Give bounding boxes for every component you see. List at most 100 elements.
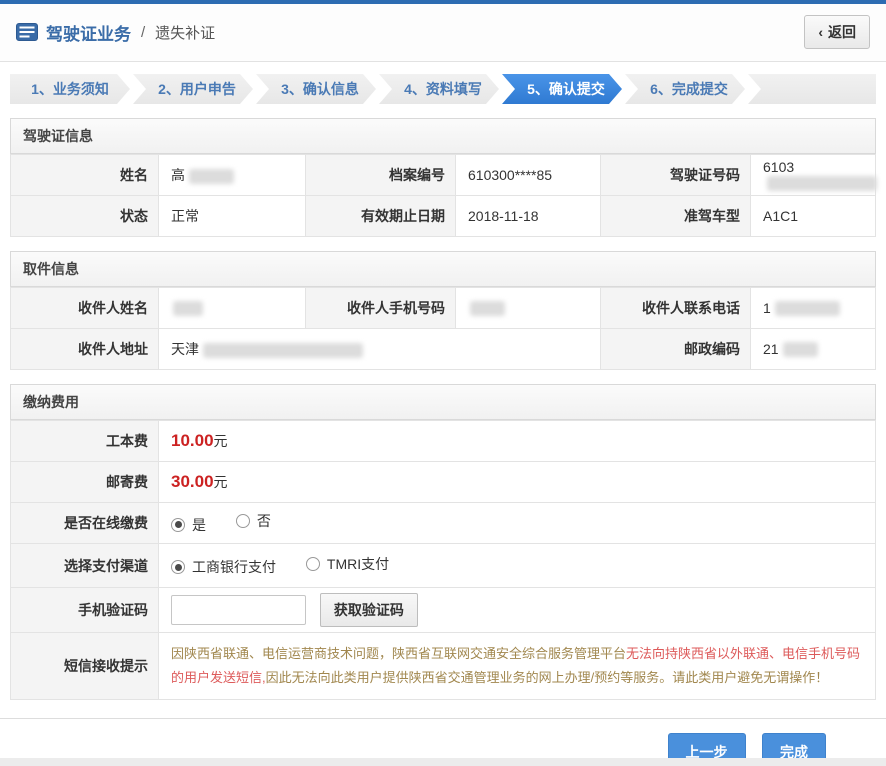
fee-unit: 元 <box>214 433 228 449</box>
section-title: 缴纳费用 <box>10 384 876 420</box>
expiry-date-label: 有效期止日期 <box>306 196 456 237</box>
cost-fee-amount: 10.00 <box>171 431 214 450</box>
step-label: 1、业务须知 <box>31 79 109 99</box>
zip-code-label: 邮政编码 <box>601 329 751 370</box>
postage-fee-label: 邮寄费 <box>11 462 159 503</box>
step-2-user-declaration: 2、用户申告 <box>133 74 253 104</box>
step-label: 4、资料填写 <box>404 79 482 99</box>
license-number-value: 6103 <box>751 155 876 196</box>
recipient-address-label: 收件人地址 <box>11 329 159 370</box>
radio-selected-icon <box>171 518 185 532</box>
recipient-phone-value: 1 <box>751 288 876 329</box>
radio-unselected-icon <box>236 514 250 528</box>
section-title: 驾驶证信息 <box>10 118 876 154</box>
step-label: 6、完成提交 <box>650 79 728 99</box>
radio-channel-icbc[interactable]: 工商银行支付 <box>171 557 276 577</box>
sms-code-input[interactable] <box>171 595 306 625</box>
online-pay-label: 是否在线缴费 <box>11 503 159 544</box>
license-number-label: 驾驶证号码 <box>601 155 751 196</box>
back-button-label: 返回 <box>828 22 856 42</box>
recipient-mobile-value <box>456 288 601 329</box>
page: 驾驶证业务 / 遗失补证 ‹ 返回 1、业务须知 2、用户申告 3、确认信息 4… <box>0 0 886 758</box>
section-license-info: 驾驶证信息 姓名 高 档案编号 610300****85 驾驶证号码 6103 … <box>10 118 876 237</box>
recipient-address-value: 天津 <box>159 329 601 370</box>
radio-channel-tmri[interactable]: TMRI支付 <box>306 554 389 574</box>
radio-label: 工商银行支付 <box>192 557 276 577</box>
table-row: 收件人姓名 收件人手机号码 收件人联系电话 1 <box>11 288 876 329</box>
recipient-name-value <box>159 288 306 329</box>
table-row: 是否在线缴费 是 否 <box>11 503 876 544</box>
pickup-info-table: 收件人姓名 收件人手机号码 收件人联系电话 1 收件人地址 天津 邮政编码 21 <box>10 287 876 370</box>
finish-button[interactable]: 完成 <box>762 733 826 758</box>
payment-channel-label: 选择支付渠道 <box>11 544 159 588</box>
sms-code-field-cell: 获取验证码 <box>159 588 876 633</box>
sms-notice-label: 短信接收提示 <box>11 633 159 700</box>
vehicle-class-value: A1C1 <box>751 196 876 237</box>
table-row: 工本费 10.00元 <box>11 421 876 462</box>
step-label: 3、确认信息 <box>281 79 359 99</box>
table-row: 邮寄费 30.00元 <box>11 462 876 503</box>
sms-code-label: 手机验证码 <box>11 588 159 633</box>
chevron-left-icon: ‹ <box>818 24 823 40</box>
section-title: 取件信息 <box>10 251 876 287</box>
license-info-table: 姓名 高 档案编号 610300****85 驾驶证号码 6103 状态 正常 … <box>10 154 876 237</box>
form-footer: 上一步 完成 <box>0 718 886 758</box>
radio-selected-icon <box>171 560 185 574</box>
redacted-value <box>470 301 505 316</box>
postage-fee-amount: 30.00 <box>171 472 214 491</box>
redacted-value <box>783 342 818 357</box>
name-value: 高 <box>159 155 306 196</box>
redacted-value <box>767 176 877 191</box>
name-label: 姓名 <box>11 155 159 196</box>
form-list-icon <box>16 23 38 41</box>
table-row: 选择支付渠道 工商银行支付 TMRI支付 <box>11 544 876 588</box>
breadcrumb: 驾驶证业务 / 遗失补证 <box>16 20 215 45</box>
recipient-mobile-label: 收件人手机号码 <box>306 288 456 329</box>
step-1-business-notice: 1、业务须知 <box>10 74 130 104</box>
radio-label: 否 <box>257 511 271 531</box>
redacted-value <box>775 301 840 316</box>
get-sms-code-button[interactable]: 获取验证码 <box>320 593 418 627</box>
radio-unselected-icon <box>306 557 320 571</box>
radio-online-pay-yes[interactable]: 是 <box>171 515 206 535</box>
breadcrumb-divider: / <box>141 24 145 41</box>
status-value: 正常 <box>159 196 306 237</box>
section-pickup-info: 取件信息 收件人姓名 收件人手机号码 收件人联系电话 1 收件人地址 天津 邮政… <box>10 251 876 370</box>
redacted-value <box>203 343 363 358</box>
status-label: 状态 <box>11 196 159 237</box>
table-row: 姓名 高 档案编号 610300****85 驾驶证号码 6103 <box>11 155 876 196</box>
postage-fee-value: 30.00元 <box>159 462 876 503</box>
step-wizard: 1、业务须知 2、用户申告 3、确认信息 4、资料填写 5、确认提交 6、完成提… <box>10 74 876 104</box>
recipient-name-label: 收件人姓名 <box>11 288 159 329</box>
step-6-complete-submit: 6、完成提交 <box>625 74 745 104</box>
step-5-confirm-submit-active: 5、确认提交 <box>502 74 622 104</box>
page-title: 驾驶证业务 <box>46 20 131 45</box>
online-pay-options: 是 否 <box>159 503 876 544</box>
step-wizard-filler <box>748 74 876 104</box>
back-button[interactable]: ‹ 返回 <box>804 15 870 49</box>
sms-notice-text: 因陕西省联通、电信运营商技术问题，陕西省互联网交通安全综合服务管理平台无法向持陕… <box>171 642 861 690</box>
table-row: 收件人地址 天津 邮政编码 21 <box>11 329 876 370</box>
file-number-label: 档案编号 <box>306 155 456 196</box>
step-label: 5、确认提交 <box>527 79 605 99</box>
table-row: 状态 正常 有效期止日期 2018-11-18 准驾车型 A1C1 <box>11 196 876 237</box>
expiry-date-value: 2018-11-18 <box>456 196 601 237</box>
table-row: 短信接收提示 因陕西省联通、电信运营商技术问题，陕西省互联网交通安全综合服务管理… <box>11 633 876 700</box>
radio-online-pay-no[interactable]: 否 <box>236 511 271 531</box>
recipient-phone-label: 收件人联系电话 <box>601 288 751 329</box>
cost-fee-value: 10.00元 <box>159 421 876 462</box>
step-label: 2、用户申告 <box>158 79 236 99</box>
payment-channel-options: 工商银行支付 TMRI支付 <box>159 544 876 588</box>
payment-fees-table: 工本费 10.00元 邮寄费 30.00元 是否在线缴费 是 <box>10 420 876 700</box>
redacted-value <box>173 301 203 316</box>
fee-unit: 元 <box>214 474 228 490</box>
page-subtitle: 遗失补证 <box>155 22 215 43</box>
redacted-value <box>189 169 234 184</box>
zip-code-value: 21 <box>751 329 876 370</box>
vehicle-class-label: 准驾车型 <box>601 196 751 237</box>
table-row: 手机验证码 获取验证码 <box>11 588 876 633</box>
step-4-fill-data: 4、资料填写 <box>379 74 499 104</box>
previous-step-button[interactable]: 上一步 <box>668 733 746 758</box>
sms-notice-cell: 因陕西省联通、电信运营商技术问题，陕西省互联网交通安全综合服务管理平台无法向持陕… <box>159 633 876 700</box>
step-3-confirm-info: 3、确认信息 <box>256 74 376 104</box>
